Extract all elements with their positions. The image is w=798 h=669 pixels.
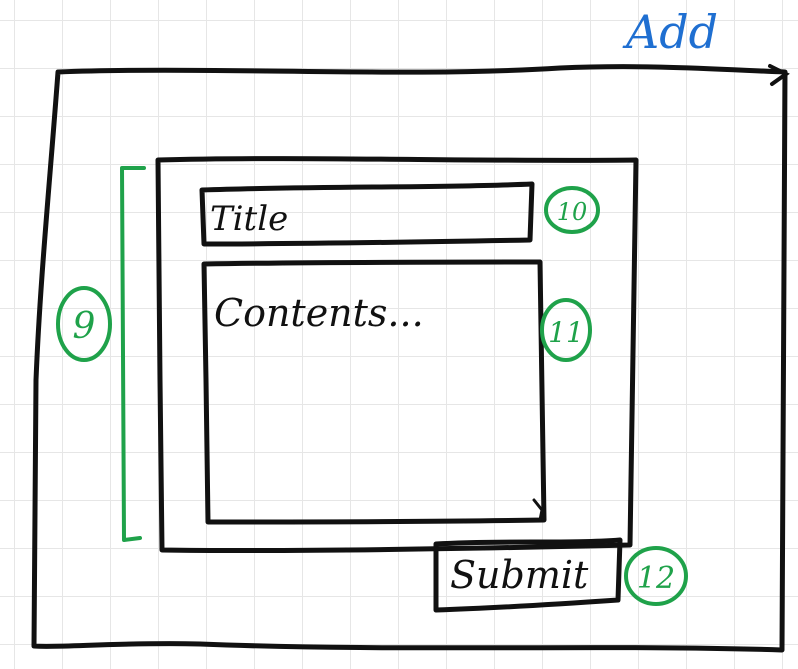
textarea-resize-handle <box>532 498 544 522</box>
form-group-bracket <box>120 166 146 542</box>
annotation-10: 10 <box>544 186 600 234</box>
annotation-9-label: 9 <box>73 306 96 347</box>
title-input[interactable]: Title <box>199 181 535 247</box>
contents-textarea[interactable]: Contents... <box>201 259 547 525</box>
heading-add: Add <box>622 5 718 59</box>
wireframe-canvas: Add Title Contents... Submit 9 10 11 12 <box>0 0 798 669</box>
annotation-11: 11 <box>540 298 592 362</box>
annotation-12-label: 12 <box>637 561 675 596</box>
title-input-placeholder: Title <box>210 199 288 239</box>
annotation-11-label: 11 <box>548 316 584 349</box>
wireframe-sketch: Add Title Contents... Submit 9 10 11 12 <box>31 5 790 653</box>
annotation-9: 9 <box>56 286 112 362</box>
annotation-12: 12 <box>624 546 688 606</box>
submit-button-label: Submit <box>450 553 589 597</box>
annotation-10-label: 10 <box>557 198 588 226</box>
contents-textarea-placeholder: Contents... <box>214 291 424 335</box>
